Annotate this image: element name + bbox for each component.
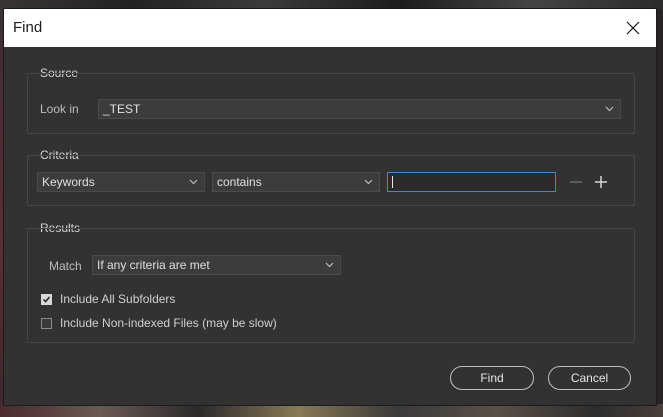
dialog-title: Find	[13, 19, 43, 36]
close-button[interactable]	[610, 9, 656, 47]
criteria-operator-select[interactable]: contains	[212, 172, 380, 192]
cancel-button[interactable]: Cancel	[548, 366, 631, 390]
find-button[interactable]: Find	[450, 366, 534, 390]
chevron-down-icon	[364, 179, 373, 185]
remove-criteria-button[interactable]	[568, 174, 584, 190]
look-in-select[interactable]: _TEST	[98, 99, 621, 119]
close-icon	[626, 21, 640, 35]
checkbox-unchecked	[41, 317, 52, 329]
plus-icon	[595, 176, 607, 188]
look-in-label: Look in	[40, 102, 79, 116]
text-caret	[392, 176, 393, 188]
minus-icon	[570, 181, 582, 183]
chevron-down-icon	[605, 106, 614, 112]
include-subfolders-label: Include All Subfolders	[60, 292, 176, 306]
criteria-text-input[interactable]	[387, 172, 556, 192]
criteria-field-select[interactable]: Keywords	[37, 172, 205, 192]
include-nonindexed-checkbox[interactable]: Include Non-indexed Files (may be slow)	[41, 316, 277, 330]
chevron-down-icon	[325, 262, 334, 268]
find-dialog: Find Source Look in _TEST Criteria Keywo…	[3, 8, 657, 406]
include-nonindexed-label: Include Non-indexed Files (may be slow)	[60, 316, 277, 330]
match-label: Match	[49, 259, 82, 273]
look-in-value: _TEST	[103, 102, 141, 116]
title-bar: Find	[4, 9, 656, 47]
match-value: If any criteria are met	[97, 258, 210, 272]
include-subfolders-checkbox[interactable]: Include All Subfolders	[41, 292, 175, 306]
criteria-field-value: Keywords	[42, 175, 95, 189]
checkbox-checked	[41, 293, 52, 305]
criteria-operator-value: contains	[217, 175, 262, 189]
chevron-down-icon	[189, 179, 198, 185]
checkmark-icon	[42, 296, 51, 303]
match-select[interactable]: If any criteria are met	[92, 255, 341, 275]
add-criteria-button[interactable]	[593, 174, 609, 190]
